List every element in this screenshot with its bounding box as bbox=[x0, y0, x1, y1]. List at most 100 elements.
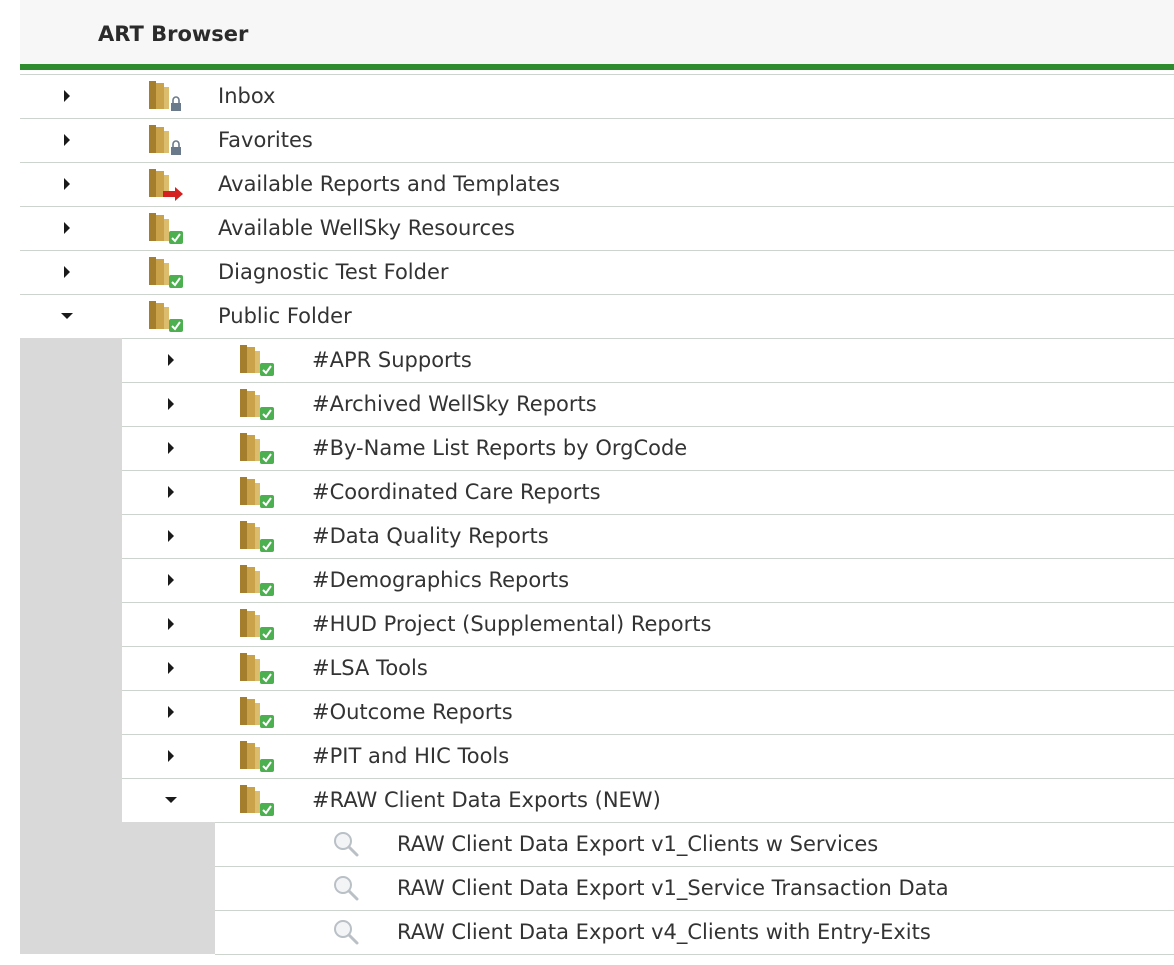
public-subfolder-label[interactable]: #Data Quality Reports bbox=[312, 524, 549, 548]
public-subfolder-label[interactable]: #Demographics Reports bbox=[312, 568, 569, 592]
public-subfolder-row-body bbox=[122, 338, 1174, 383]
folder-icon bbox=[238, 695, 278, 729]
folder-icon bbox=[238, 343, 278, 377]
tree-indent bbox=[20, 690, 122, 734]
public-subfolder-label[interactable]: #RAW Client Data Exports (NEW) bbox=[312, 788, 661, 812]
public-subfolder-row-body bbox=[122, 690, 1174, 735]
public-subfolder-row[interactable]: #HUD Project (Supplemental) Reports bbox=[20, 602, 1174, 647]
public-subfolder-row-body bbox=[122, 514, 1174, 559]
expand-arrow-icon[interactable] bbox=[161, 746, 181, 766]
report-label[interactable]: RAW Client Data Export v4_Clients with E… bbox=[397, 920, 931, 944]
top-folder-row-body bbox=[20, 250, 1174, 295]
top-folder-label[interactable]: Diagnostic Test Folder bbox=[218, 260, 449, 284]
public-subfolder-row[interactable]: #By-Name List Reports by OrgCode bbox=[20, 426, 1174, 471]
top-folder-label[interactable]: Available Reports and Templates bbox=[218, 172, 560, 196]
expand-arrow-icon[interactable] bbox=[57, 262, 77, 282]
top-folder-row[interactable]: Available WellSky Resources bbox=[20, 206, 1174, 251]
expand-arrow-icon[interactable] bbox=[57, 218, 77, 238]
folder-icon bbox=[147, 79, 187, 113]
public-subfolder-row[interactable]: #Demographics Reports bbox=[20, 558, 1174, 603]
top-folder-row[interactable]: Public Folder bbox=[20, 294, 1174, 339]
tree-indent bbox=[20, 558, 122, 602]
top-folder-row-body bbox=[20, 206, 1174, 251]
top-folder-row[interactable]: Inbox bbox=[20, 74, 1174, 119]
report-row[interactable]: RAW Client Data Export v1_Service Transa… bbox=[20, 866, 1174, 911]
public-subfolder-label[interactable]: #APR Supports bbox=[312, 348, 472, 372]
collapse-arrow-icon[interactable] bbox=[161, 790, 181, 810]
tree-indent bbox=[20, 778, 122, 822]
expand-arrow-icon[interactable] bbox=[161, 438, 181, 458]
tree-indent bbox=[20, 866, 215, 910]
report-label[interactable]: RAW Client Data Export v1_Clients w Serv… bbox=[397, 832, 878, 856]
public-subfolder-row-body bbox=[122, 734, 1174, 779]
public-subfolder-row[interactable]: #Data Quality Reports bbox=[20, 514, 1174, 559]
expand-arrow-icon[interactable] bbox=[161, 702, 181, 722]
expand-arrow-icon[interactable] bbox=[57, 86, 77, 106]
folder-icon bbox=[238, 475, 278, 509]
tree-indent bbox=[20, 646, 122, 690]
folder-icon bbox=[238, 783, 278, 817]
top-folder-label[interactable]: Favorites bbox=[218, 128, 313, 152]
browser-title: ART Browser bbox=[98, 22, 249, 46]
report-row[interactable]: RAW Client Data Export v4_Clients with E… bbox=[20, 910, 1174, 955]
public-subfolder-label[interactable]: #HUD Project (Supplemental) Reports bbox=[312, 612, 711, 636]
top-folder-row-body bbox=[20, 74, 1174, 119]
folder-icon bbox=[238, 519, 278, 553]
folder-icon bbox=[238, 387, 278, 421]
expand-arrow-icon[interactable] bbox=[161, 394, 181, 414]
public-subfolder-row[interactable]: #PIT and HIC Tools bbox=[20, 734, 1174, 779]
folder-icon bbox=[147, 167, 187, 201]
public-subfolder-row[interactable]: #Coordinated Care Reports bbox=[20, 470, 1174, 515]
public-subfolder-label[interactable]: #Archived WellSky Reports bbox=[312, 392, 597, 416]
art-browser-panel: ART Browser Inbox Favorites Available Repo… bbox=[20, 0, 1174, 965]
folder-icon bbox=[238, 607, 278, 641]
expand-arrow-icon[interactable] bbox=[57, 174, 77, 194]
top-folder-row-body bbox=[20, 162, 1174, 207]
tree-indent bbox=[20, 822, 215, 866]
top-folder-row[interactable]: Diagnostic Test Folder bbox=[20, 250, 1174, 295]
public-subfolder-label[interactable]: #By-Name List Reports by OrgCode bbox=[312, 436, 687, 460]
tree-indent bbox=[20, 338, 122, 382]
public-subfolder-label[interactable]: #PIT and HIC Tools bbox=[312, 744, 509, 768]
magnifier-icon bbox=[330, 873, 362, 903]
expand-arrow-icon[interactable] bbox=[161, 570, 181, 590]
public-subfolder-row[interactable]: #LSA Tools bbox=[20, 646, 1174, 691]
expand-arrow-icon[interactable] bbox=[161, 350, 181, 370]
public-subfolder-label[interactable]: #Coordinated Care Reports bbox=[312, 480, 601, 504]
public-subfolder-label[interactable]: #Outcome Reports bbox=[312, 700, 513, 724]
public-subfolder-row[interactable]: #RAW Client Data Exports (NEW) bbox=[20, 778, 1174, 823]
tree-indent bbox=[20, 602, 122, 646]
top-folder-row-body bbox=[20, 294, 1174, 339]
report-row[interactable]: RAW Client Data Export v1_Clients w Serv… bbox=[20, 822, 1174, 867]
folder-icon bbox=[238, 651, 278, 685]
public-subfolder-row[interactable]: #Archived WellSky Reports bbox=[20, 382, 1174, 427]
public-subfolder-row[interactable]: #APR Supports bbox=[20, 338, 1174, 383]
expand-arrow-icon[interactable] bbox=[161, 526, 181, 546]
tree-indent bbox=[20, 382, 122, 426]
expand-arrow-icon[interactable] bbox=[161, 614, 181, 634]
expand-arrow-icon[interactable] bbox=[161, 482, 181, 502]
folder-icon bbox=[147, 123, 187, 157]
top-folder-label[interactable]: Public Folder bbox=[218, 304, 352, 328]
folder-icon bbox=[238, 563, 278, 597]
tree-indent bbox=[20, 426, 122, 470]
top-folder-label[interactable]: Available WellSky Resources bbox=[218, 216, 515, 240]
top-folder-label[interactable]: Inbox bbox=[218, 84, 275, 108]
folder-icon bbox=[147, 255, 187, 289]
public-subfolder-row-body bbox=[122, 470, 1174, 515]
top-folder-row[interactable]: Favorites bbox=[20, 118, 1174, 163]
expand-arrow-icon[interactable] bbox=[57, 130, 77, 150]
public-subfolder-row-body bbox=[122, 382, 1174, 427]
tree-indent bbox=[20, 514, 122, 558]
public-subfolder-label[interactable]: #LSA Tools bbox=[312, 656, 428, 680]
tree-indent bbox=[20, 734, 122, 778]
top-folder-row[interactable]: Available Reports and Templates bbox=[20, 162, 1174, 207]
report-label[interactable]: RAW Client Data Export v1_Service Transa… bbox=[397, 876, 949, 900]
top-folder-row-body bbox=[20, 118, 1174, 163]
expand-arrow-icon[interactable] bbox=[161, 658, 181, 678]
magnifier-icon bbox=[330, 829, 362, 859]
collapse-arrow-icon[interactable] bbox=[57, 306, 77, 326]
public-subfolder-row[interactable]: #Outcome Reports bbox=[20, 690, 1174, 735]
tree-indent bbox=[20, 470, 122, 514]
browser-header: ART Browser bbox=[20, 0, 1174, 64]
